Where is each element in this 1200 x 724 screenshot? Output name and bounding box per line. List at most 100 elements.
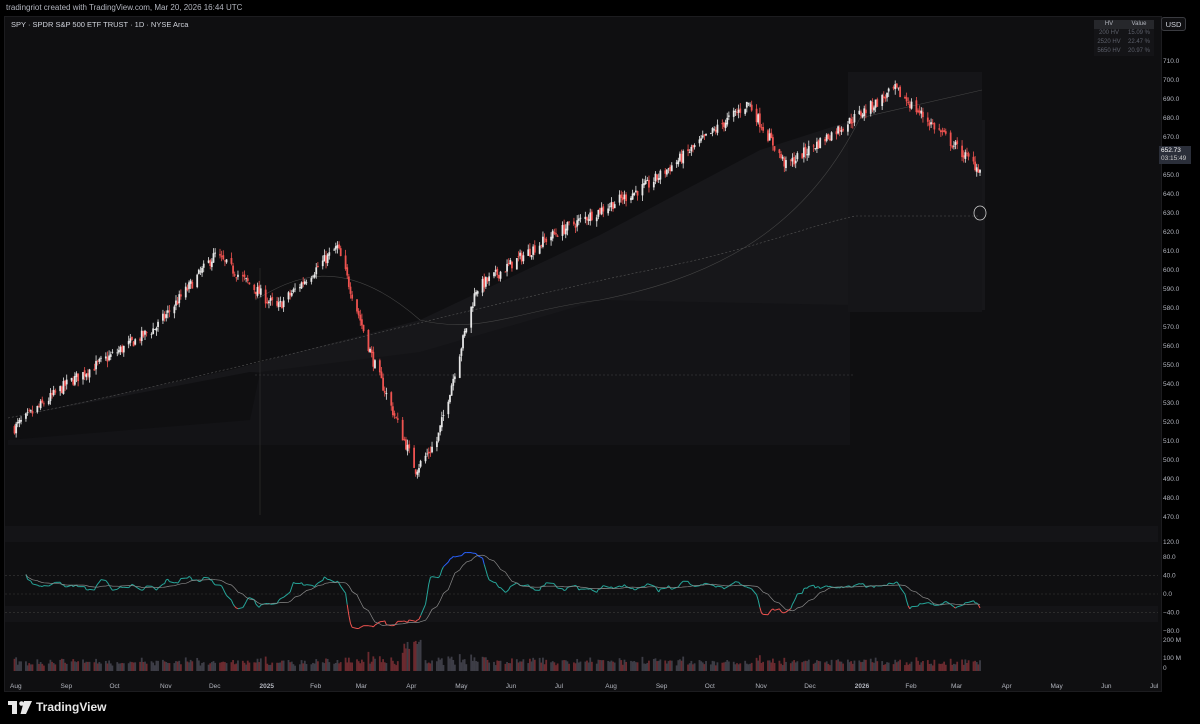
- volume-bar: [184, 657, 187, 671]
- volume-bar: [884, 664, 887, 671]
- volume-bar: [493, 661, 495, 671]
- volume-bar: [556, 663, 559, 671]
- candle-body: [907, 102, 910, 104]
- rsi-segment: [888, 582, 894, 585]
- candle-body: [892, 87, 895, 89]
- volume-bar: [853, 660, 856, 671]
- rsi-segment: [40, 585, 43, 588]
- candle-body: [302, 282, 305, 284]
- candle-body: [232, 265, 234, 274]
- rsi-segment: [63, 584, 66, 588]
- currency-button[interactable]: USD: [1161, 17, 1186, 31]
- candle-body: [116, 352, 119, 354]
- candle-body: [812, 145, 815, 147]
- rsi-segment: [304, 584, 307, 586]
- price-tick-label: 700.0: [1163, 77, 1180, 84]
- volume-bar: [770, 662, 773, 671]
- volume-bar: [850, 661, 853, 671]
- volume-bar: [351, 662, 354, 671]
- volume-bar: [631, 661, 634, 671]
- candle-body: [449, 395, 451, 403]
- volume-bar: [928, 663, 931, 671]
- candle-body: [237, 274, 239, 277]
- candle-body: [106, 357, 109, 362]
- candle-body: [917, 110, 919, 113]
- volume-bar: [930, 663, 932, 671]
- candle-body: [207, 260, 210, 263]
- candle-body: [504, 271, 507, 273]
- candle-body: [600, 207, 603, 215]
- volume-bar: [830, 659, 833, 671]
- volume-bar: [975, 662, 978, 671]
- rsi-segment: [278, 598, 281, 601]
- candle-body: [132, 341, 135, 347]
- volume-bar: [656, 661, 658, 671]
- rsi-segment: [213, 582, 216, 586]
- volume-bar: [313, 663, 316, 671]
- rsi-segment: [350, 623, 353, 628]
- candle-body: [442, 415, 445, 416]
- volume-bar: [333, 663, 336, 671]
- volume-bar: [369, 663, 371, 671]
- candle-body: [561, 225, 564, 236]
- volume-bar: [918, 664, 921, 671]
- candle-body: [737, 109, 740, 113]
- volume-bar: [670, 660, 673, 671]
- volume-bar: [749, 663, 751, 671]
- volume-bar: [659, 659, 662, 671]
- volume-bar: [876, 661, 879, 671]
- rsi-segment: [30, 580, 33, 585]
- volume-bar: [336, 659, 339, 671]
- candle-body: [100, 357, 102, 359]
- volume-bar: [675, 665, 678, 671]
- rsi-segment: [361, 625, 364, 628]
- volume-bar: [281, 660, 283, 671]
- candle-body: [254, 291, 257, 295]
- candle-body: [326, 254, 329, 264]
- candle-body: [393, 413, 396, 416]
- candle-body: [806, 154, 809, 156]
- chart-svg[interactable]: 710.0700.0690.0680.0670.0660.0650.0640.0…: [0, 0, 1200, 724]
- volume-bar: [372, 656, 375, 671]
- price-tick-label: 550.0: [1163, 362, 1180, 369]
- candle-body: [481, 279, 484, 293]
- candle-body: [134, 339, 137, 345]
- candle-body: [72, 379, 75, 385]
- price-tick-label: 710.0: [1163, 58, 1180, 65]
- tradingview-logo[interactable]: TradingView: [8, 700, 106, 714]
- candle-body: [370, 349, 373, 354]
- volume-bar: [869, 658, 872, 671]
- candle-body: [98, 358, 101, 362]
- rsi-segment: [819, 585, 826, 589]
- volume-bar: [657, 660, 660, 671]
- volume-bar: [600, 660, 603, 671]
- volume-bar: [13, 658, 16, 671]
- volume-bar: [29, 664, 32, 671]
- rsi-segment: [324, 576, 327, 579]
- hv-label: 5650 HV: [1097, 48, 1121, 54]
- candle-body: [436, 441, 438, 448]
- volume-bar: [447, 656, 450, 671]
- volume-bar: [755, 657, 758, 671]
- candle-body: [910, 101, 913, 109]
- candle-body: [65, 379, 68, 385]
- rsi-segment: [89, 588, 95, 591]
- candle-body: [599, 208, 601, 214]
- volume-bar: [543, 664, 546, 671]
- volume-bar: [152, 662, 155, 671]
- candle-body: [390, 392, 393, 406]
- candle-body: [869, 101, 872, 114]
- candle-body: [310, 278, 313, 282]
- volume-bar: [864, 659, 867, 671]
- volume-bar: [100, 663, 102, 671]
- candle-body: [202, 263, 205, 268]
- hv-table: HV Value 200 HV 15.09 % 2520 HV 22.47 % …: [1094, 20, 1154, 56]
- candle-body: [25, 413, 27, 419]
- candle-body: [778, 149, 781, 154]
- volume-bar: [450, 656, 453, 671]
- volume-bar: [910, 661, 913, 671]
- candle-body: [576, 220, 579, 227]
- candle-body: [16, 422, 19, 424]
- rsi-segment: [116, 587, 120, 590]
- volume-bar: [458, 654, 461, 671]
